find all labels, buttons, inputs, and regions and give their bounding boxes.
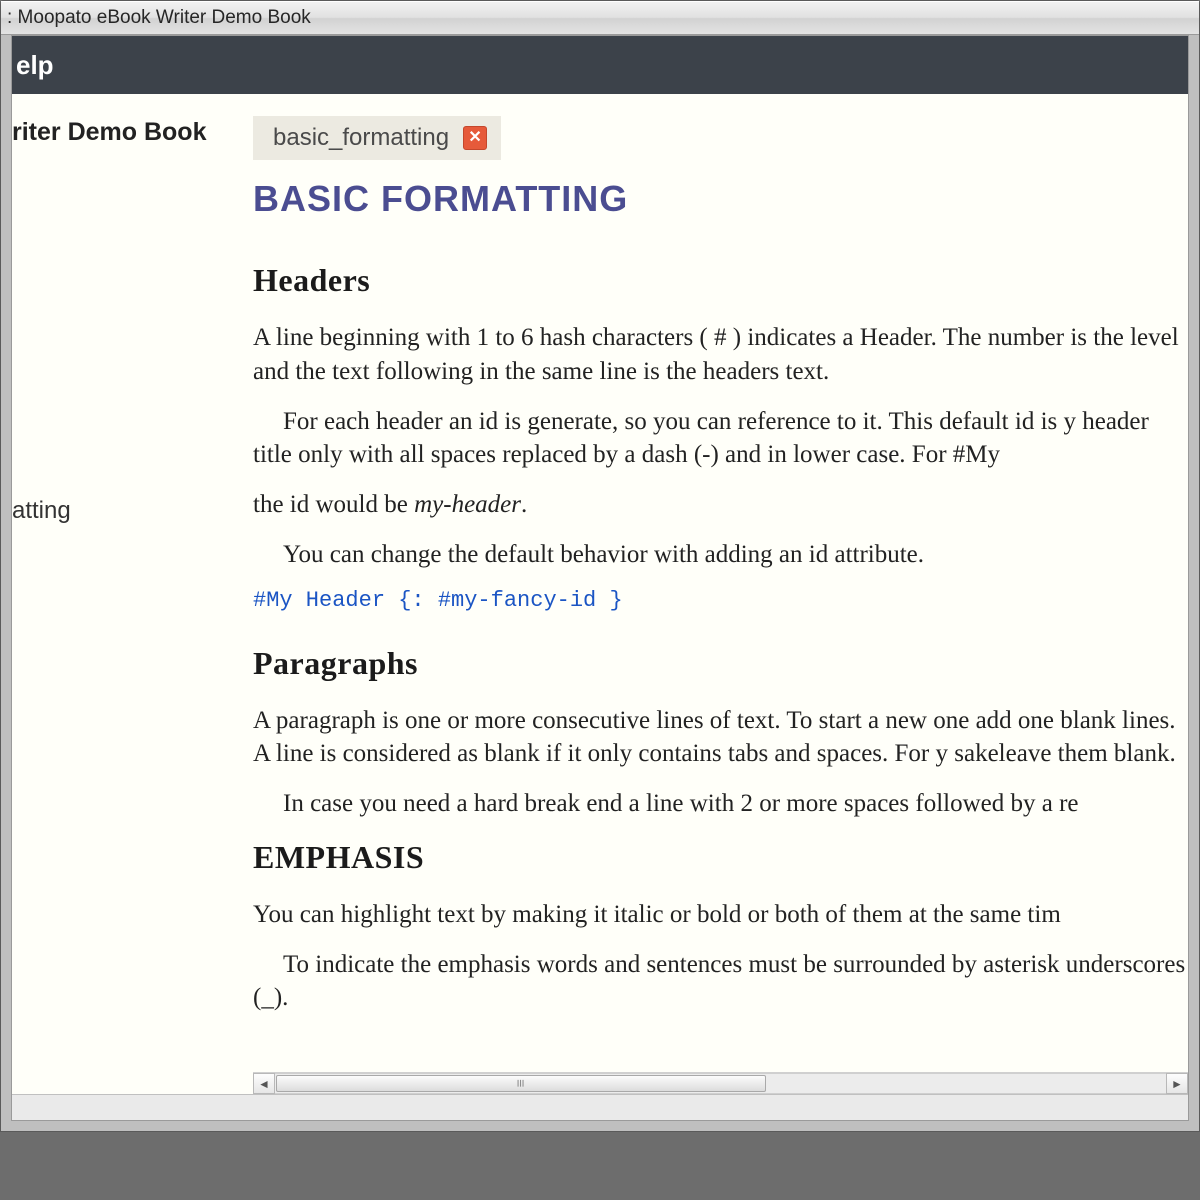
heading-paragraphs: Paragraphs xyxy=(253,645,1188,682)
headers-p3-prefix: the id would be xyxy=(253,491,414,518)
page-title: BASIC FORMATTING xyxy=(253,178,1188,220)
horizontal-scrollbar[interactable]: ◄ ► xyxy=(253,1072,1188,1094)
scroll-right-icon[interactable]: ► xyxy=(1166,1073,1188,1094)
sidebar: riter Demo Book atting xyxy=(12,94,227,1094)
headers-p2: For each header an id is generate, so yo… xyxy=(253,405,1188,473)
scroll-left-icon[interactable]: ◄ xyxy=(253,1073,275,1094)
emphasis-p1: You can highlight text by making it ital… xyxy=(253,898,1188,932)
document-view: BASIC FORMATTING Headers A line beginnin… xyxy=(253,160,1188,1072)
close-icon[interactable] xyxy=(463,126,487,150)
sidebar-item-active[interactable] xyxy=(12,387,227,431)
emphasis-p2: To indicate the emphasis words and sente… xyxy=(253,948,1188,1016)
tab-label: basic_formatting xyxy=(273,124,449,152)
headers-p1: A line beginning with 1 to 6 hash charac… xyxy=(253,321,1188,389)
menu-item-help[interactable]: elp xyxy=(16,46,54,85)
headers-p4: You can change the default behavior with… xyxy=(253,538,1188,572)
menu-bar[interactable]: elp xyxy=(12,36,1188,94)
scroll-thumb[interactable] xyxy=(276,1075,766,1092)
title-bar[interactable]: : Moopato eBook Writer Demo Book xyxy=(1,1,1199,35)
heading-emphasis: EMPHASIS xyxy=(253,839,1188,876)
headers-p3-suffix: . xyxy=(521,491,527,518)
paragraphs-p2: In case you need a hard break end a line… xyxy=(253,787,1188,821)
app-window: : Moopato eBook Writer Demo Book elp rit… xyxy=(0,0,1200,1132)
window-title: : Moopato eBook Writer Demo Book xyxy=(7,7,311,29)
sidebar-item-formatting[interactable]: atting xyxy=(12,489,227,533)
headers-code: #My Header {: #my-fancy-id } xyxy=(253,588,1188,613)
tab-basic-formatting[interactable]: basic_formatting xyxy=(253,116,501,160)
status-bar xyxy=(12,1094,1188,1120)
scroll-track[interactable] xyxy=(275,1073,1166,1094)
headers-p3: the id would be my-header. xyxy=(253,488,1188,522)
headers-p3-em: my-header xyxy=(414,491,521,518)
sidebar-book-title: riter Demo Book xyxy=(12,112,227,177)
paragraphs-p1: A paragraph is one or more consecutive l… xyxy=(253,704,1188,772)
heading-headers: Headers xyxy=(253,262,1188,299)
